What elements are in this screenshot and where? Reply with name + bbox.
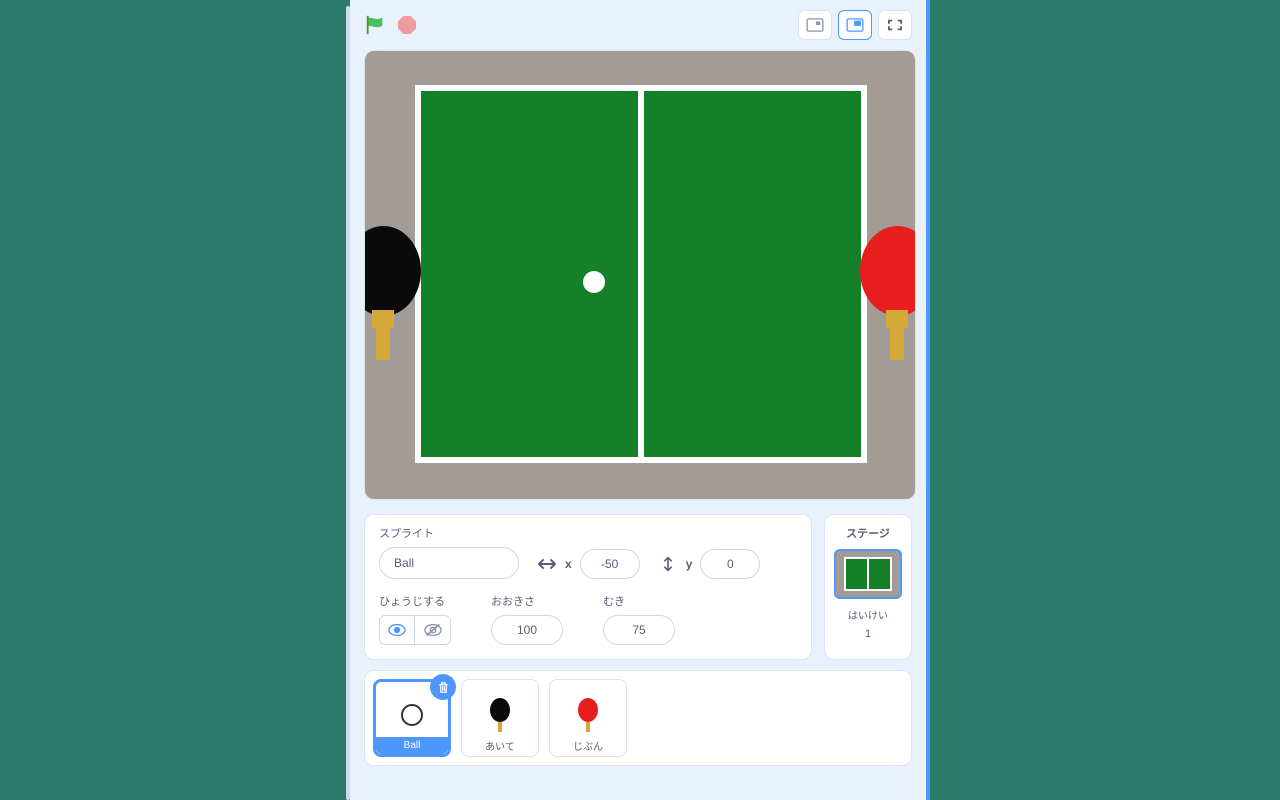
stage-selector-panel: ステージ はいけい 1 (824, 514, 912, 660)
stage-thumbnail[interactable] (834, 549, 902, 599)
info-row: スプライト x y ひょうじする (364, 514, 912, 660)
size-input[interactable] (491, 615, 563, 645)
sprite-tile-label: じぶん (550, 735, 626, 756)
y-input[interactable] (700, 549, 760, 579)
stage-canvas[interactable] (364, 50, 916, 500)
sprite-name-input[interactable] (379, 547, 519, 579)
sprite-label: スプライト (379, 525, 519, 541)
sprite-tile-opponent[interactable]: あいて (461, 679, 539, 757)
green-flag-icon[interactable] (364, 14, 386, 36)
stage-background (365, 51, 915, 499)
sprite-list: Ball あいて じぶん (364, 670, 912, 766)
table-net (638, 85, 644, 463)
player-paddle-sprite[interactable] (857, 226, 916, 356)
player-thumb-icon (570, 697, 606, 733)
small-stage-button[interactable] (798, 10, 832, 40)
x-arrow-icon (537, 556, 557, 572)
backdrop-label: はいけい (833, 607, 903, 622)
direction-label: むき (603, 593, 675, 609)
show-button[interactable] (379, 615, 415, 645)
fullscreen-button[interactable] (878, 10, 912, 40)
opponent-thumb-icon (482, 697, 518, 733)
run-controls (364, 14, 416, 36)
y-label: y (686, 557, 693, 571)
visibility-toggle (379, 615, 451, 645)
direction-input[interactable] (603, 615, 675, 645)
ball-thumb-icon (394, 697, 430, 733)
stop-icon[interactable] (398, 16, 416, 34)
sprite-info-panel: スプライト x y ひょうじする (364, 514, 812, 660)
stage-header (350, 0, 926, 50)
y-arrow-icon (658, 556, 678, 572)
sprite-tile-ball[interactable]: Ball (373, 679, 451, 757)
view-mode-controls (798, 10, 912, 40)
opponent-paddle-sprite[interactable] (364, 226, 423, 356)
delete-sprite-icon[interactable] (430, 674, 456, 700)
scratch-stage-panel: スプライト x y ひょうじする (350, 0, 930, 800)
backdrop-count: 1 (833, 628, 903, 640)
stage-title: ステージ (833, 525, 903, 541)
hide-button[interactable] (415, 615, 451, 645)
sprite-tile-label: あいて (462, 735, 538, 756)
ball-sprite[interactable] (583, 271, 605, 293)
x-input[interactable] (580, 549, 640, 579)
sprite-tile-player[interactable]: じぶん (549, 679, 627, 757)
large-stage-button[interactable] (838, 10, 872, 40)
x-label: x (565, 557, 572, 571)
size-label: おおきさ (491, 593, 563, 609)
table-border (415, 85, 867, 463)
show-label: ひょうじする (379, 593, 451, 609)
sprite-tile-label: Ball (376, 737, 448, 754)
